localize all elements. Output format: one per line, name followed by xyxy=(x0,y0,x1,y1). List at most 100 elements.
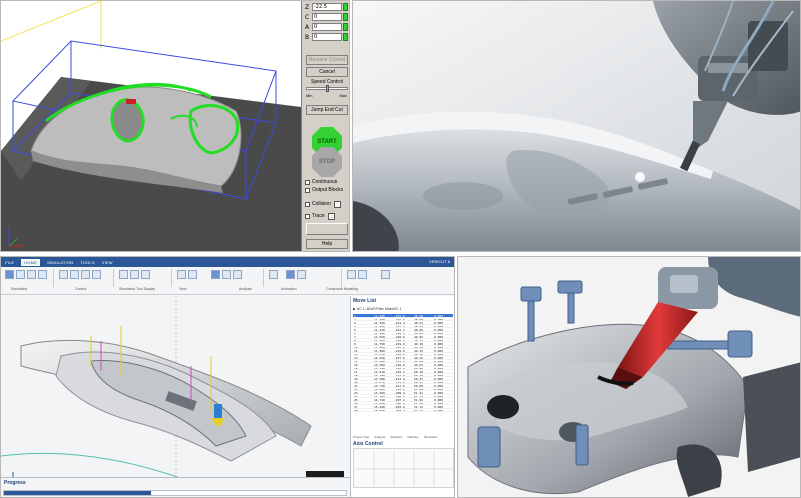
simulation-viewport[interactable] xyxy=(1,1,301,251)
continuous-checkbox[interactable]: Continuous xyxy=(305,178,349,186)
settings-icon[interactable] xyxy=(59,270,68,279)
ribbon-group-simulation: Simulation xyxy=(11,287,28,291)
table-cell: 1 xyxy=(354,314,356,317)
layout-icon[interactable] xyxy=(211,270,220,279)
tool-display-icon[interactable] xyxy=(119,270,128,279)
tab-home[interactable]: HOME xyxy=(21,258,41,266)
ribbon-group-animation: Animation xyxy=(281,287,297,291)
table-cell: 14.200 xyxy=(374,391,385,394)
record-icon[interactable] xyxy=(358,270,367,279)
speed-slider-thumb[interactable] xyxy=(326,85,329,92)
stop-icon[interactable] xyxy=(38,270,47,279)
table-cell: 11.360 xyxy=(374,324,385,328)
ribbon-toolbar: Simulation Control Simulation Tool Displ… xyxy=(1,267,454,295)
table-cell: -221.3 xyxy=(394,324,405,328)
table-cell: 0.000 xyxy=(434,335,444,338)
compare-icon[interactable] xyxy=(286,270,295,279)
trace-checkbox[interactable]: Trace ⋮ xyxy=(305,212,349,220)
tool-path-icon[interactable] xyxy=(130,270,139,279)
table-cell: -213.4 xyxy=(394,377,405,380)
axis-readout-c: C 0 xyxy=(305,13,349,22)
jump-end-cut-button[interactable]: Jump End Cut xyxy=(306,105,348,115)
tab-view[interactable]: VIEW xyxy=(102,260,113,265)
speed-max-label: Max xyxy=(339,93,347,98)
layout-split-icon[interactable] xyxy=(222,270,231,279)
tool-marker xyxy=(126,99,136,104)
axis-level-bar xyxy=(343,13,348,21)
progress-panel: Progress xyxy=(1,477,350,497)
jump-icon[interactable] xyxy=(92,270,101,279)
side-tab-machine[interactable]: Machine xyxy=(407,435,418,439)
table-cell: 13 xyxy=(354,356,358,359)
axis-readout-z: Z -22.5 xyxy=(305,3,349,12)
progress-title: Progress xyxy=(4,480,26,486)
table-cell: -220.3 xyxy=(394,338,405,342)
table-cell: 0.000 xyxy=(434,401,444,405)
table-cell: 0.000 xyxy=(434,349,444,352)
table-cell: 0.000 xyxy=(434,363,444,366)
table-cell: 49.11 xyxy=(414,338,424,342)
toggle-icon[interactable] xyxy=(81,270,90,279)
move-list-title: Move List xyxy=(353,298,377,304)
measure-icon[interactable] xyxy=(269,270,278,279)
view-fit-icon[interactable] xyxy=(177,270,186,279)
section-icon[interactable] xyxy=(297,270,306,279)
ribbon-group-view: View xyxy=(179,287,187,291)
cam-3d-viewport[interactable] xyxy=(1,296,349,490)
table-cell: 49.05 xyxy=(414,335,424,338)
ribbon-group-composite: Composite Modeling xyxy=(326,287,358,291)
progress-bar xyxy=(3,490,347,496)
table-row[interactable]: 28 15.550 -203.3 52.41 0.000 xyxy=(353,408,453,412)
move-list-subtitle: ▶ NC 1: 6DoF/Filter Main/NC 1 xyxy=(353,307,402,311)
side-tab-analysis[interactable]: Analysis xyxy=(374,435,385,439)
side-tab-simulation[interactable]: Simulation xyxy=(424,435,438,439)
table-cell: -210.5 xyxy=(394,387,405,391)
animation-icon[interactable] xyxy=(347,270,356,279)
move-list-table[interactable]: 1 11.280 -221.5 48.90 0.000 2 11.290 -221.5 48.9… xyxy=(353,314,453,412)
side-tab-project-tree[interactable]: Project Tree xyxy=(353,435,369,439)
reset-icon[interactable] xyxy=(27,270,36,279)
tab-simulation[interactable]: SIMULATION xyxy=(47,260,73,265)
ribbon-group-tool-display: Simulation Tool Display xyxy=(119,287,156,291)
table-cell: 49.56 xyxy=(414,356,424,359)
table-cell: 13.960 xyxy=(374,387,385,391)
table-cell: 13.510 xyxy=(374,380,385,384)
collision-checkbox[interactable]: Collision ⋮ xyxy=(305,200,349,208)
table-cell: 13.100 xyxy=(374,373,385,377)
table-cell: 9 xyxy=(354,342,356,345)
table-cell: 0.000 xyxy=(434,342,444,345)
option-icon[interactable] xyxy=(70,270,79,279)
view-rotate-icon[interactable] xyxy=(188,270,197,279)
side-tab-statistics[interactable]: Statistics xyxy=(390,435,402,439)
table-cell: -219.0 xyxy=(394,349,405,352)
step-icon[interactable] xyxy=(16,270,25,279)
resume-control-button[interactable]: Resume Control xyxy=(306,55,348,65)
stop-button[interactable]: STOP xyxy=(312,147,342,177)
composite-icon[interactable] xyxy=(381,270,390,279)
cancel-button[interactable]: Cancel xyxy=(306,67,348,77)
holder-icon[interactable] xyxy=(141,270,150,279)
table-cell: 11.980 xyxy=(374,349,385,352)
table-cell: -205.9 xyxy=(394,401,405,405)
help-button[interactable]: Help xyxy=(306,239,348,249)
blank-pane xyxy=(306,223,348,235)
table-cell: -217.3 xyxy=(394,359,405,363)
table-cell: 7 xyxy=(354,335,356,338)
play-icon[interactable] xyxy=(5,270,14,279)
table-cell: 49.35 xyxy=(414,349,424,352)
table-cell: 5 xyxy=(354,328,356,331)
table-cell: 22 xyxy=(354,387,358,391)
table-cell: 15.550 xyxy=(374,408,385,412)
axis-control-grid[interactable] xyxy=(353,448,454,488)
tab-file[interactable]: FILE xyxy=(5,260,14,265)
table-cell: 11 xyxy=(354,349,358,352)
layout-grid-icon[interactable] xyxy=(233,270,242,279)
table-cell: 18 xyxy=(354,373,358,377)
window-title: VERICUT 8 xyxy=(429,259,450,264)
tab-tools[interactable]: TOOLS xyxy=(80,260,95,265)
table-cell: 50.26 xyxy=(414,373,424,377)
cut-spark xyxy=(635,172,645,182)
output-blocks-checkbox[interactable]: Output Blocks xyxy=(305,186,349,194)
table-cell: 13.730 xyxy=(374,384,385,387)
table-cell: -221.5 xyxy=(394,317,405,321)
